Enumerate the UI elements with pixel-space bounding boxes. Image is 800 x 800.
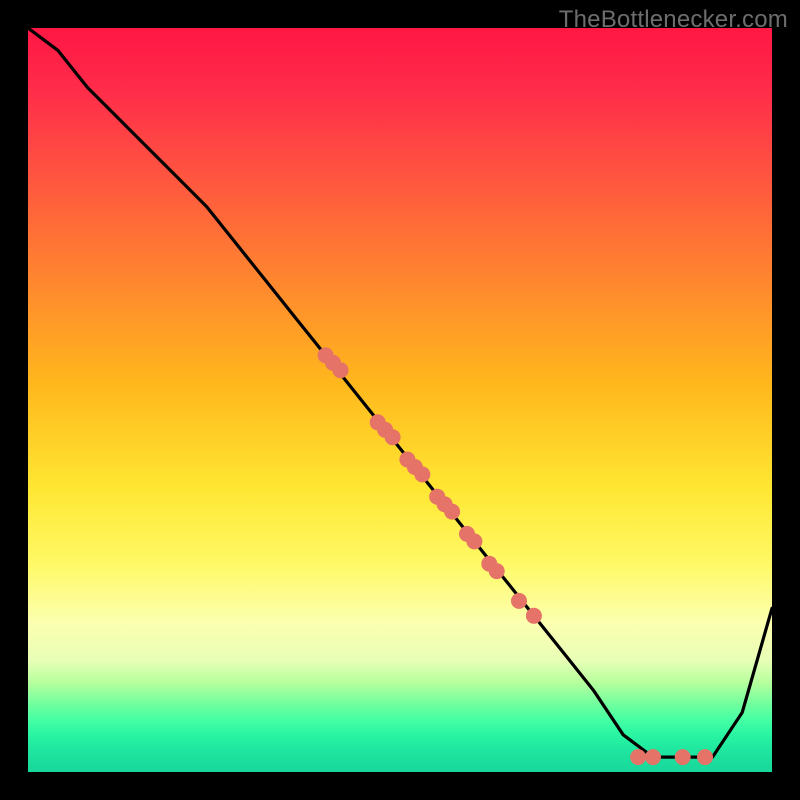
data-point <box>675 749 691 765</box>
data-point <box>489 563 505 579</box>
data-point <box>511 593 527 609</box>
chart-frame: TheBottlenecker.com <box>0 0 800 800</box>
data-point <box>697 749 713 765</box>
bottleneck-curve <box>28 28 772 757</box>
data-point <box>466 533 482 549</box>
data-point <box>444 504 460 520</box>
data-point <box>645 749 661 765</box>
data-point <box>414 466 430 482</box>
data-point <box>333 362 349 378</box>
data-point <box>385 429 401 445</box>
chart-overlay <box>28 28 772 772</box>
scatter-points <box>318 347 713 765</box>
data-point <box>630 749 646 765</box>
data-point <box>526 608 542 624</box>
